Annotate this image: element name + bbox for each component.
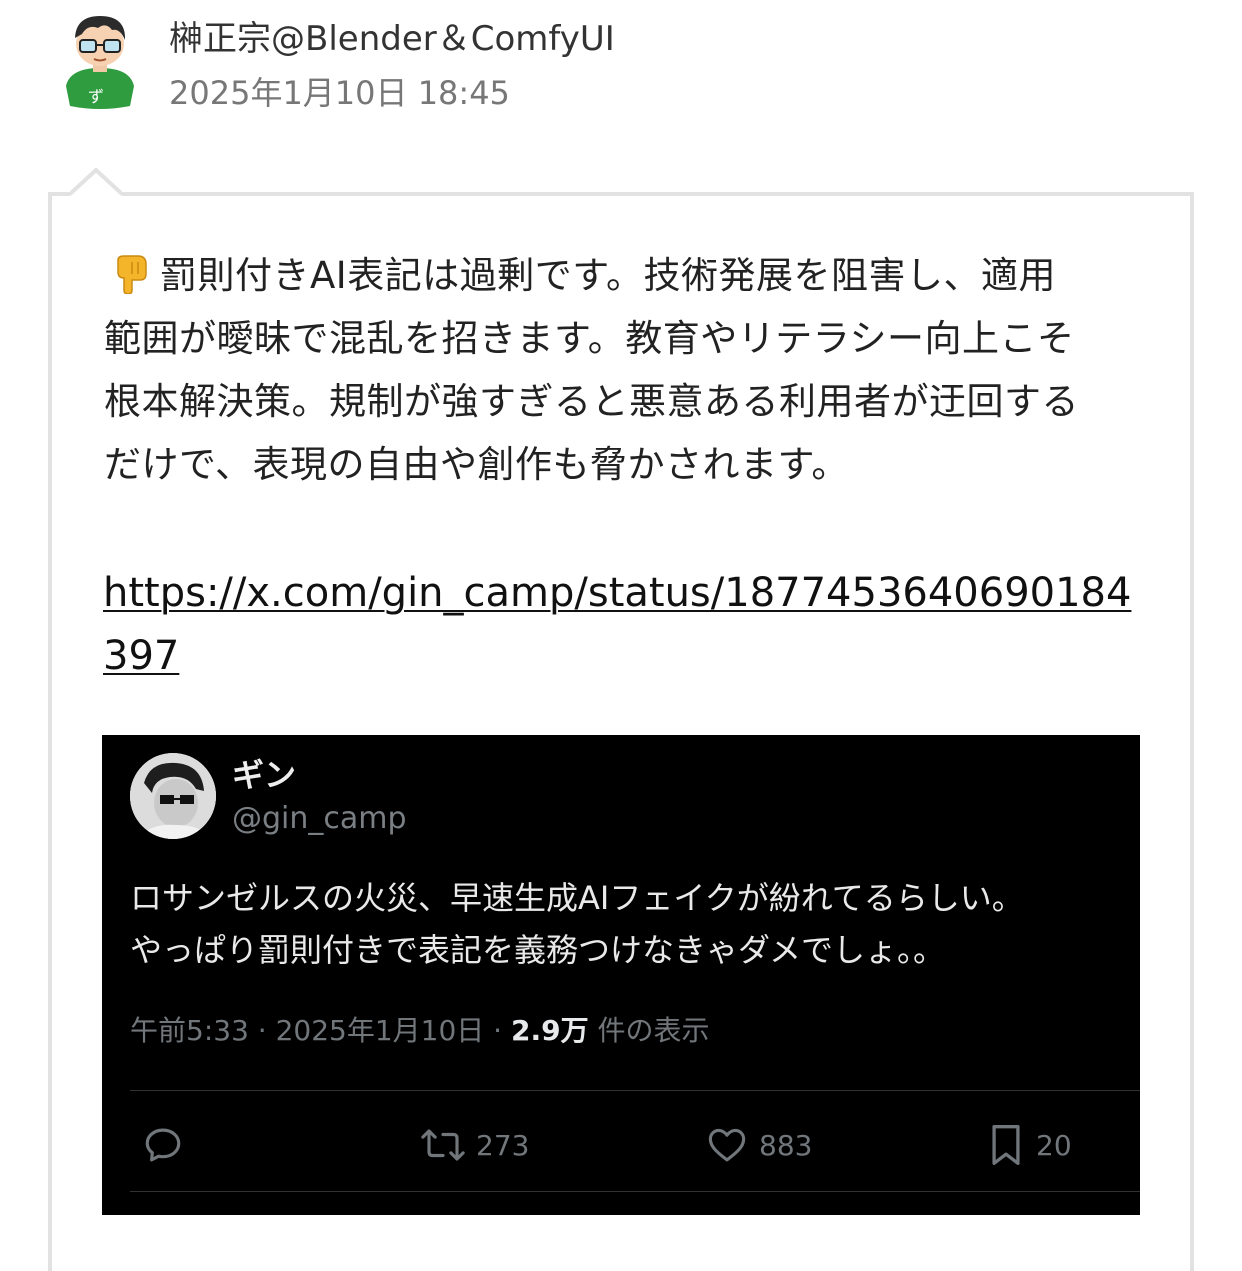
like-count: 883 <box>759 1128 813 1162</box>
tweet-views-count: 2.9万 <box>510 1014 589 1047</box>
tweet-author-name: ギン <box>232 756 297 794</box>
heart-icon <box>708 1128 746 1162</box>
retweet-icon <box>421 1129 465 1161</box>
retweet-count: 273 <box>476 1128 530 1162</box>
bubble-tail <box>70 168 122 196</box>
author-avatar[interactable]: ず <box>60 8 140 112</box>
tweet-views-label: 件の表示 <box>588 1014 710 1047</box>
tweet-action-bar: 273 883 20 <box>102 1115 1140 1175</box>
post-text-line: 根本解決策。規制が強すぎると悪意ある利用者が迂回する <box>104 380 1079 423</box>
post-date: 2025年1月10日 18:45 <box>169 74 510 112</box>
embedded-tweet-image: ギン @gin_camp ロサンゼルスの火災、早速生成AIフェイクが紛れてるらし… <box>102 735 1140 1215</box>
post-text-line: 範囲が曖昧で混乱を招きます。教育やリテラシー向上こそ <box>104 317 1075 360</box>
bookmark-icon <box>992 1125 1020 1165</box>
tweet-timestamp: 午前5:33 · 2025年1月10日 · <box>130 1014 511 1047</box>
bookmark-action: 20 <box>986 1115 1072 1175</box>
retweet-action: 273 <box>420 1115 529 1175</box>
svg-text:ず: ず <box>88 87 104 106</box>
bookmark-count: 20 <box>1036 1128 1072 1162</box>
tweet-body-line: ロサンゼルスの火災、早速生成AIフェイクが紛れてるらしい。 <box>130 879 1024 917</box>
post-text-line: 罰則付きAI表記は過剰です。技術発展を阻害し、適用 <box>104 244 1134 307</box>
pointing-down-icon <box>104 250 156 295</box>
post-body: 罰則付きAI表記は過剰です。技術発展を阻害し、適用 範囲が曖昧で混乱を招きます。… <box>104 244 1134 496</box>
like-action: 883 <box>705 1115 812 1175</box>
tweet-divider-bottom <box>130 1191 1140 1192</box>
author-name[interactable]: 榊正宗@Blender＆ComfyUI <box>169 16 615 62</box>
post-text-line: だけで、表現の自由や創作も脅かされます。 <box>104 443 849 486</box>
tweet-body-line: やっぱり罰則付きで表記を義務つけなきゃダメでしょ。。 <box>130 931 946 969</box>
tweet-avatar <box>130 753 216 839</box>
reply-action <box>142 1115 194 1175</box>
tweet-body: ロサンゼルスの火災、早速生成AIフェイクが紛れてるらしい。 やっぱり罰則付きで表… <box>130 872 1130 976</box>
tweet-author-handle: @gin_camp <box>232 801 407 836</box>
tweet-link[interactable]: https://x.com/gin_camp/status/1877453640… <box>103 562 1143 688</box>
tweet-meta: 午前5:33 · 2025年1月10日 · 2.9万 件の表示 <box>130 1011 710 1051</box>
reply-icon <box>145 1128 181 1162</box>
tweet-divider <box>130 1090 1140 1091</box>
